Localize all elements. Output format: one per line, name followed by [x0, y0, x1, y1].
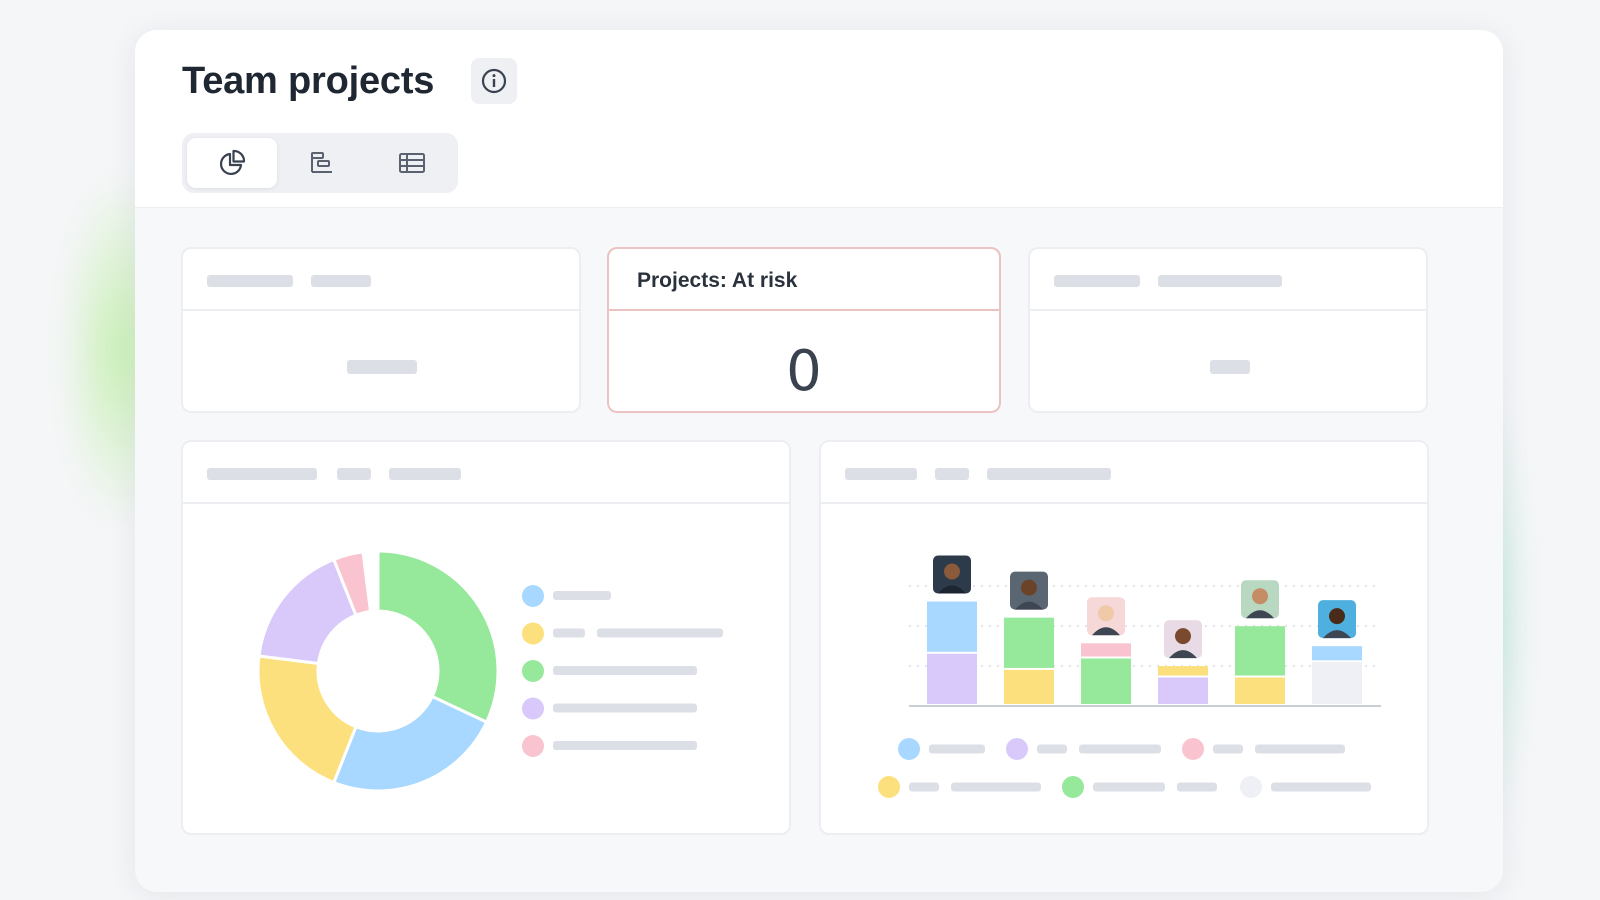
info-icon [481, 68, 507, 94]
kpi-card-3[interactable] [1028, 247, 1428, 413]
placeholder-text [311, 275, 371, 287]
legend-placeholder [1177, 782, 1217, 792]
placeholder-text [389, 468, 461, 480]
bar-segment[interactable] [1235, 626, 1285, 676]
legend-dot [1240, 776, 1262, 798]
placeholder-text [987, 468, 1111, 480]
legend-placeholder [929, 744, 985, 754]
legend-placeholder [553, 703, 697, 713]
legend-placeholder [951, 782, 1041, 792]
placeholder-text [1054, 275, 1140, 287]
placeholder-text [845, 468, 917, 480]
placeholder-value [1210, 360, 1250, 374]
table-view-button[interactable] [367, 138, 457, 188]
avatar-6[interactable] [1318, 600, 1356, 639]
placeholder-text [207, 275, 293, 287]
legend-dot [522, 735, 544, 757]
legend-placeholder [1271, 782, 1371, 792]
donut-segment-2[interactable] [331, 694, 489, 793]
donut-chart [256, 549, 723, 793]
bar-card-header [821, 442, 1427, 504]
legend-placeholder [553, 628, 585, 638]
legend-placeholder [597, 628, 723, 638]
bar-segment[interactable] [1312, 662, 1362, 704]
donut-card-header [183, 442, 789, 504]
bar-segment[interactable] [1158, 677, 1208, 705]
chart-view-button[interactable] [187, 138, 277, 188]
legend-dot [1182, 738, 1204, 760]
kpi-card-title: Projects: At risk [637, 269, 798, 292]
legend-placeholder [1079, 744, 1161, 754]
timeline-view-button[interactable] [277, 138, 367, 188]
donut-segment-3[interactable] [256, 654, 358, 785]
dashboard-header: Team projects [135, 30, 1503, 208]
pie-chart-icon [219, 149, 246, 176]
legend-dot [1006, 738, 1028, 760]
legend-dot [522, 585, 544, 607]
legend-dot [878, 776, 900, 798]
bar-segment[interactable] [1235, 677, 1285, 705]
legend-dot [1062, 776, 1084, 798]
legend-dot [522, 697, 544, 720]
placeholder-text [1158, 275, 1282, 287]
timeline-icon [311, 152, 332, 173]
info-button[interactable] [471, 58, 517, 104]
legend-placeholder [909, 782, 939, 792]
kpi-card-3-header [1030, 249, 1426, 311]
avatar-4[interactable] [1164, 620, 1202, 659]
bar-segment[interactable] [1158, 666, 1208, 676]
avatar-5[interactable] [1241, 580, 1279, 619]
donut-chart-card[interactable] [181, 440, 791, 835]
bar-segment[interactable] [927, 601, 977, 652]
avatar-1[interactable] [933, 555, 971, 594]
placeholder-text [935, 468, 969, 480]
bar-segment[interactable] [927, 653, 977, 704]
avatar-2[interactable] [1010, 571, 1048, 610]
page-title: Team projects [182, 60, 435, 102]
kpi-card-at-risk-header: Projects: At risk [609, 249, 999, 311]
kpi-card-at-risk[interactable]: Projects: At risk 0 [607, 247, 1001, 413]
legend-placeholder [553, 591, 611, 600]
kpi-card-1-header [183, 249, 579, 311]
stacked-bar-chart-card[interactable] [819, 440, 1429, 835]
bar-segment[interactable] [1004, 669, 1054, 704]
donut-segment-1[interactable] [376, 549, 500, 725]
legend-dot [522, 622, 544, 645]
bar-segment[interactable] [1004, 617, 1054, 668]
legend-dot [522, 660, 544, 682]
bar-segment[interactable] [1081, 643, 1131, 657]
dashboard-window: Team projects Projects: At risk 0 [135, 30, 1503, 892]
legend-dot [898, 738, 920, 760]
kpi-card-value: 0 [786, 339, 822, 404]
legend-placeholder [1037, 744, 1067, 754]
bar-segment[interactable] [1312, 646, 1362, 661]
placeholder-value [347, 360, 417, 374]
legend-placeholder [1255, 744, 1345, 754]
kpi-card-1[interactable] [181, 247, 581, 413]
table-icon [399, 153, 425, 173]
bar-segment[interactable] [1081, 658, 1131, 705]
legend-placeholder [1213, 744, 1243, 754]
stacked-bar-chart [878, 555, 1381, 798]
placeholder-text [337, 468, 371, 480]
legend-placeholder [1093, 782, 1165, 792]
view-switcher [182, 133, 458, 193]
placeholder-text [207, 468, 317, 480]
avatar-3[interactable] [1087, 597, 1125, 636]
legend-placeholder [553, 666, 697, 675]
legend-placeholder [553, 741, 697, 750]
